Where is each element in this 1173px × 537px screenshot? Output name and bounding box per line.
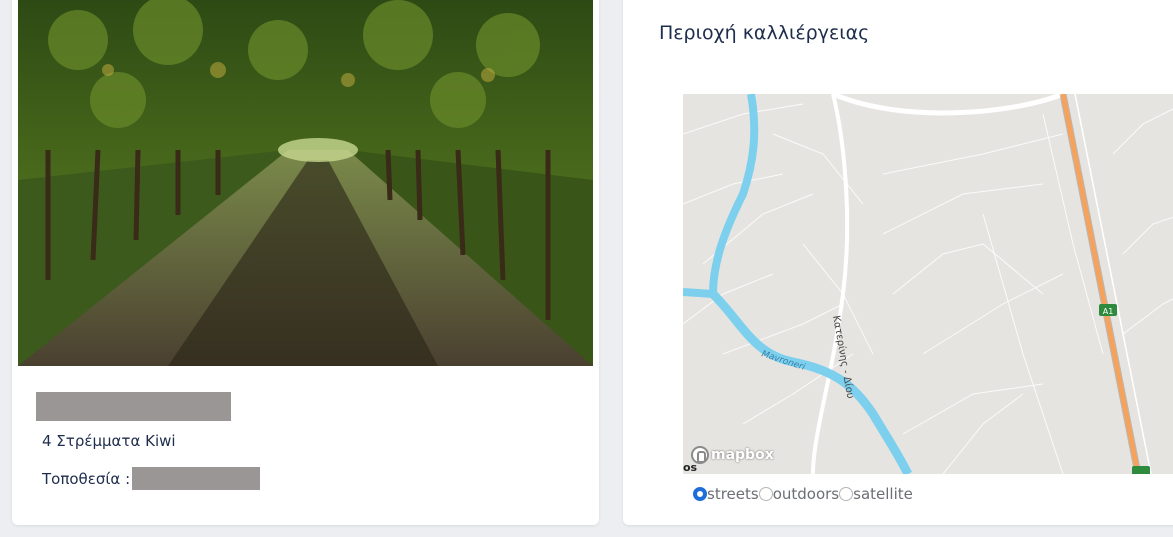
highway-badge-label: A1 (1103, 307, 1114, 316)
map-card: Περιοχή καλλιέργειας A1 Κατερίνης - Δίου… (623, 0, 1173, 525)
location-label: Τοποθεσία : (42, 469, 131, 488)
highway-badge: A1 (1099, 304, 1117, 316)
listing-card: 4 Στρέμματα Kiwi Τοποθεσία : (12, 0, 599, 525)
orchard-photo-image (18, 0, 593, 366)
style-option-label: streets (707, 485, 759, 503)
map-view[interactable]: A1 Κατερίνης - Δίου Mavroneri mapbox os (683, 94, 1173, 474)
map-style-selector: streets outdoors satellite (693, 485, 913, 503)
mapbox-attribution[interactable]: mapbox (691, 446, 774, 464)
radio-satellite[interactable] (839, 487, 854, 501)
map-section-title: Περιοχή καλλιέργειας (659, 22, 870, 44)
style-option-outdoors[interactable]: outdoors (758, 485, 840, 503)
redacted-location (132, 467, 261, 490)
style-option-satellite[interactable]: satellite (839, 485, 913, 503)
mapbox-logo-text: mapbox (711, 447, 774, 463)
listing-description: 4 Στρέμματα Kiwi (42, 432, 176, 450)
style-option-label: satellite (853, 485, 913, 503)
radio-streets[interactable] (693, 487, 707, 501)
map-corner-label: os (683, 461, 698, 474)
style-option-label: outdoors (772, 485, 840, 503)
orchard-photo (18, 0, 593, 366)
style-option-streets[interactable]: streets (693, 485, 759, 503)
listing-location: Τοποθεσία : (42, 467, 261, 490)
map-canvas[interactable]: A1 Κατερίνης - Δίου Mavroneri (683, 94, 1173, 474)
redacted-title (36, 392, 231, 421)
radio-outdoors[interactable] (758, 487, 773, 501)
